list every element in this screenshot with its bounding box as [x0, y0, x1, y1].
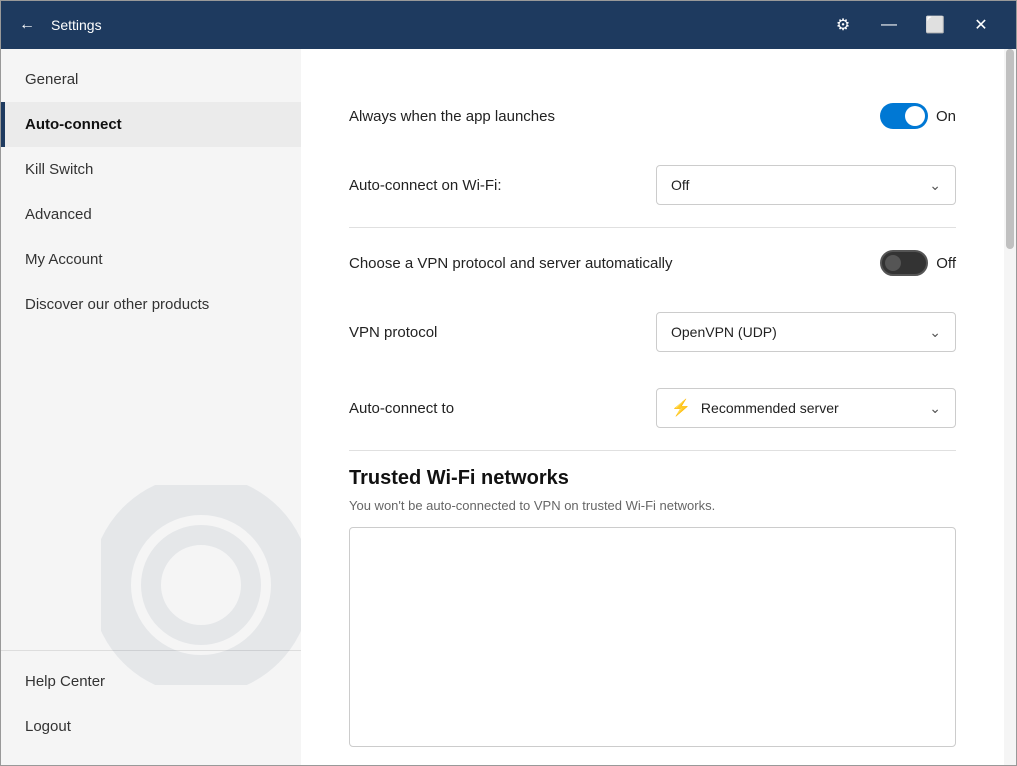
sidebar-item-label: Help Center [25, 673, 105, 690]
wifi-connect-value: Off [671, 177, 689, 193]
trusted-networks-subtext: You won't be auto-connected to VPN on tr… [349, 498, 956, 513]
restore-button[interactable]: ⬜ [912, 1, 958, 49]
vpn-protocol-row: VPN protocol OpenVPN (UDP) ⌄ [349, 294, 956, 370]
title-bar-left: ← Settings [13, 11, 820, 39]
sidebar-item-general[interactable]: General [1, 57, 301, 102]
sidebar-item-label: Kill Switch [25, 161, 93, 178]
chevron-down-icon: ⌄ [929, 177, 941, 194]
close-button[interactable]: ✕ [958, 1, 1004, 49]
always-launch-row: Always when the app launches On [349, 85, 956, 147]
sidebar-decoration [101, 485, 301, 685]
divider-2 [349, 450, 956, 451]
toggle-thumb-off [885, 255, 901, 271]
vpn-protocol-value: OpenVPN (UDP) [671, 324, 777, 340]
chevron-down-icon: ⌄ [929, 324, 941, 341]
auto-connect-to-value: Recommended server [701, 400, 839, 416]
sidebar-item-label: Logout [25, 718, 71, 735]
wifi-connect-row: Auto-connect on Wi-Fi: Off ⌄ [349, 147, 956, 223]
divider-1 [349, 227, 956, 228]
window-controls: ⚙ — ⬜ ✕ [820, 1, 1004, 49]
sidebar-item-auto-connect[interactable]: Auto-connect [1, 102, 301, 147]
sidebar-item-label: Advanced [25, 206, 92, 223]
choose-vpn-toggle[interactable] [880, 250, 928, 276]
sidebar-item-label: Discover our other products [25, 296, 209, 313]
choose-vpn-row: Choose a VPN protocol and server automat… [349, 232, 956, 294]
wifi-connect-label: Auto-connect on Wi-Fi: [349, 177, 656, 194]
scrollbar-thumb[interactable] [1006, 49, 1014, 249]
vpn-protocol-label: VPN protocol [349, 324, 656, 341]
sidebar-item-discover[interactable]: Discover our other products [1, 282, 301, 327]
sidebar-item-label: My Account [25, 251, 103, 268]
window-title: Settings [51, 17, 102, 33]
sidebar-bottom: Help Center Logout [1, 650, 301, 765]
sidebar-item-label: General [25, 71, 78, 88]
auto-connect-to-label: Auto-connect to [349, 400, 656, 417]
sidebar-item-kill-switch[interactable]: Kill Switch [1, 147, 301, 192]
bolt-icon: ⚡ [671, 398, 691, 418]
choose-vpn-toggle-control: Off [880, 250, 956, 276]
dropdown-inner: ⚡ Recommended server [671, 398, 839, 418]
sidebar-item-my-account[interactable]: My Account [1, 237, 301, 282]
title-bar: ← Settings ⚙ — ⬜ ✕ [1, 1, 1016, 49]
always-launch-toggle-label: On [936, 108, 956, 125]
always-launch-label: Always when the app launches [349, 108, 880, 125]
settings-gear-button[interactable]: ⚙ [820, 1, 866, 49]
toggle-thumb [905, 106, 925, 126]
content-panel: Always when the app launches On Auto-con… [301, 49, 1004, 765]
trusted-networks-section: Trusted Wi-Fi networks You won't be auto… [349, 467, 956, 747]
always-launch-toggle[interactable] [880, 103, 928, 129]
back-button[interactable]: ← [13, 11, 41, 39]
choose-vpn-toggle-label: Off [936, 255, 956, 272]
scrollbar-track[interactable] [1004, 49, 1016, 765]
always-launch-toggle-control: On [880, 103, 956, 129]
sidebar-item-logout[interactable]: Logout [1, 704, 301, 749]
sidebar-item-help[interactable]: Help Center [1, 659, 301, 704]
trusted-networks-box[interactable] [349, 527, 956, 747]
sidebar-item-advanced[interactable]: Advanced [1, 192, 301, 237]
sidebar-item-label: Auto-connect [25, 116, 122, 133]
auto-connect-to-dropdown[interactable]: ⚡ Recommended server ⌄ [656, 388, 956, 428]
chevron-down-icon: ⌄ [929, 400, 941, 417]
vpn-protocol-dropdown[interactable]: OpenVPN (UDP) ⌄ [656, 312, 956, 352]
wifi-connect-dropdown[interactable]: Off ⌄ [656, 165, 956, 205]
auto-connect-to-row: Auto-connect to ⚡ Recommended server ⌄ [349, 370, 956, 446]
sidebar: General Auto-connect Kill Switch Advance… [1, 49, 301, 765]
minimize-button[interactable]: — [866, 1, 912, 49]
main-content: General Auto-connect Kill Switch Advance… [1, 49, 1016, 765]
trusted-networks-heading: Trusted Wi-Fi networks [349, 467, 956, 490]
choose-vpn-label: Choose a VPN protocol and server automat… [349, 255, 880, 272]
